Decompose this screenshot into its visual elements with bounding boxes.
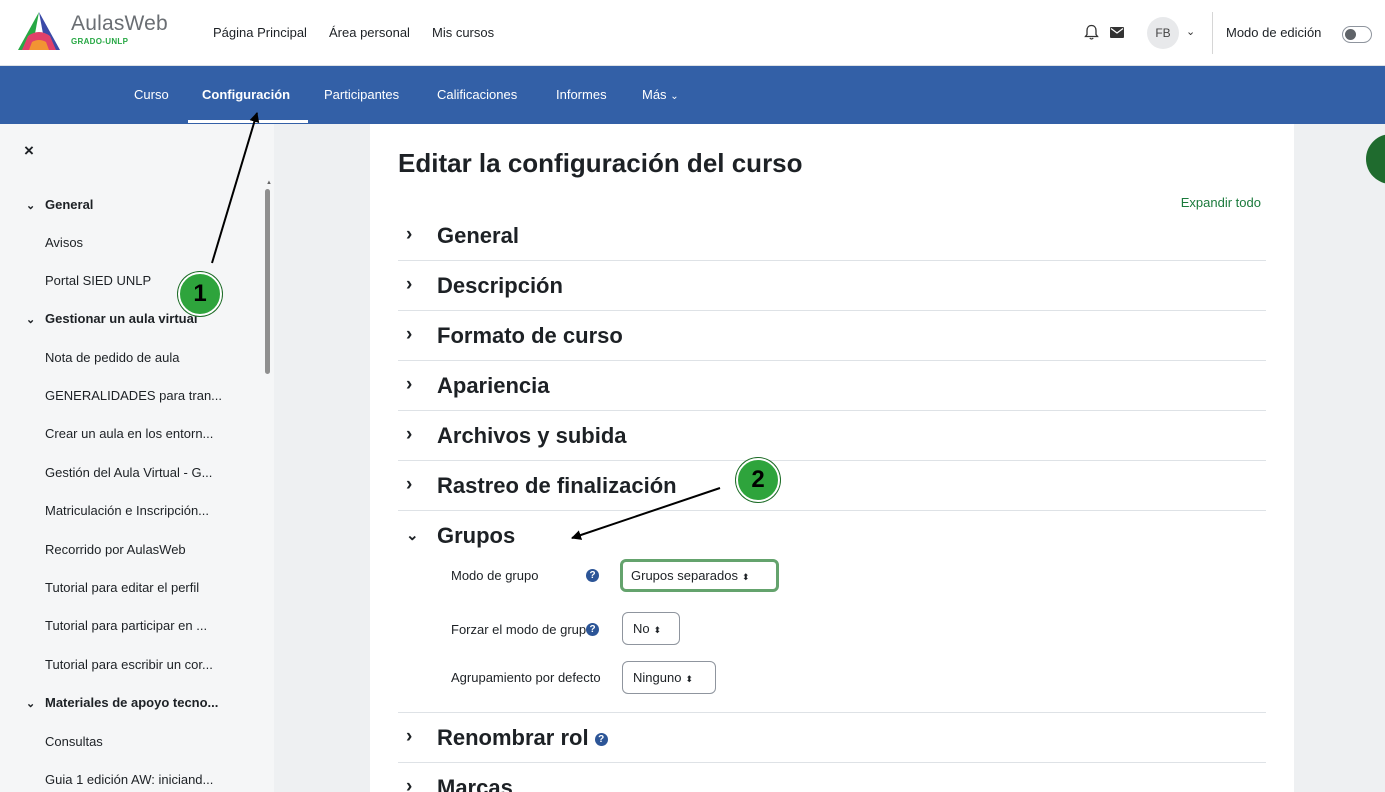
annotation-arrow-1 (211, 112, 260, 264)
annotation-arrow-2 (571, 487, 721, 540)
annotation-callout-1: 1 (178, 272, 222, 316)
annotation-callout-2: 2 (736, 458, 780, 502)
annotation-arrows (211, 112, 721, 540)
